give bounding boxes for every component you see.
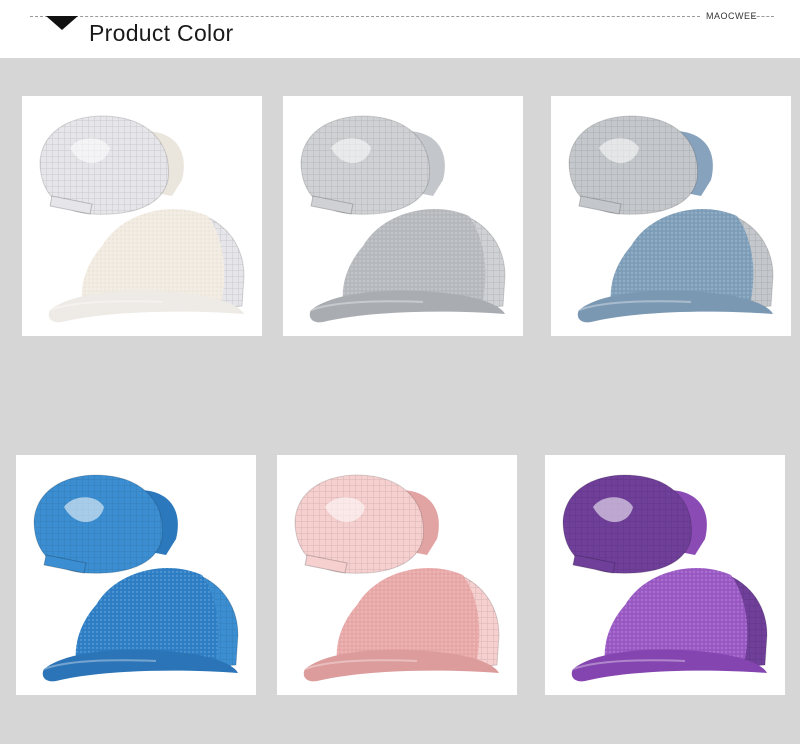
cap-image-white [39, 115, 245, 323]
cap-image-purple [562, 474, 768, 682]
cap-back-view [294, 474, 439, 574]
cap-front-view [571, 567, 768, 682]
cap-front-view [48, 208, 245, 323]
cap-image-silver [300, 115, 506, 323]
cap-front-view [42, 567, 239, 682]
triangle-marker-icon [46, 16, 78, 30]
section-title: Product Color [89, 20, 234, 46]
product-color-card-pink[interactable] [277, 455, 517, 695]
brand-label: MAOCWEE [706, 11, 758, 21]
cap-back-view [568, 115, 713, 215]
dashed-divider [30, 16, 700, 17]
cap-back-view [39, 115, 184, 215]
cap-image-blue [33, 474, 239, 682]
product-color-card-light-blue[interactable] [551, 96, 791, 336]
product-color-card-silver[interactable] [283, 96, 523, 336]
cap-front-view [577, 208, 774, 323]
cap-back-view [300, 115, 445, 215]
cap-back-view [33, 474, 178, 574]
cap-front-view [309, 208, 506, 323]
product-color-card-white[interactable] [22, 96, 262, 336]
product-color-card-blue[interactable] [16, 455, 256, 695]
section-header: Product Color MAOCWEE [0, 0, 800, 58]
cap-image-light-blue [568, 115, 774, 323]
cap-back-view [562, 474, 707, 574]
cap-image-pink [294, 474, 500, 682]
product-color-card-purple[interactable] [545, 455, 785, 695]
cap-front-view [303, 567, 500, 682]
